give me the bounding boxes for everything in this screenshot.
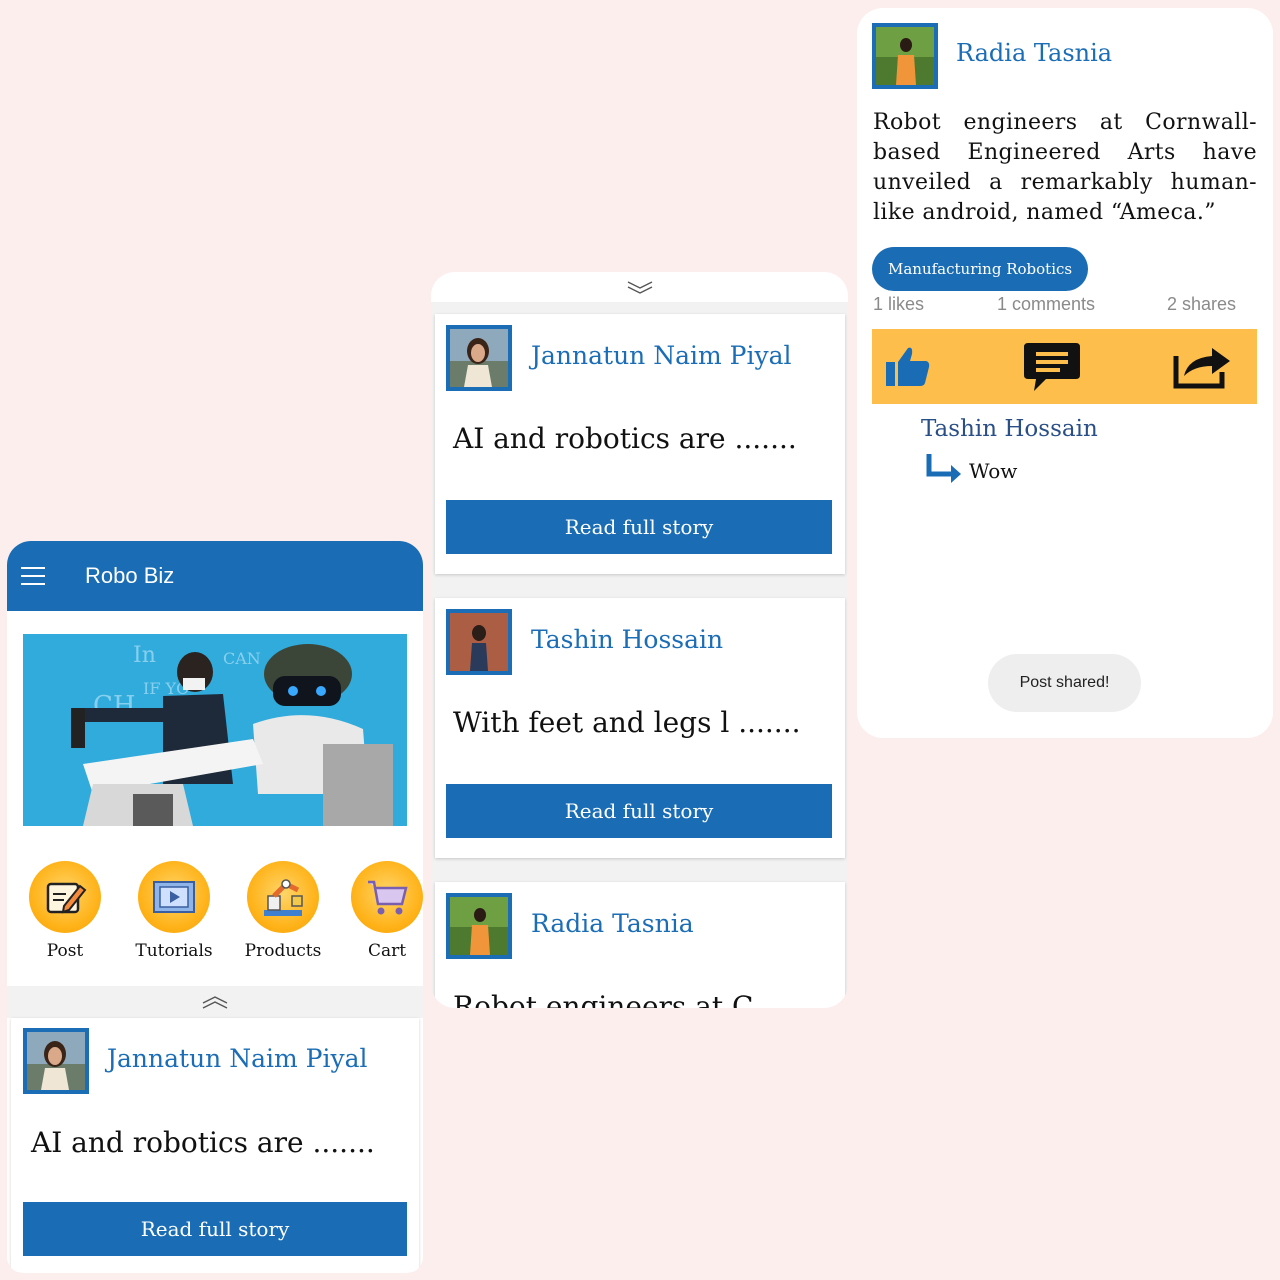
quick-cart-button[interactable]: Cart [337,861,423,961]
author-name[interactable]: Jannatun Naim Piyal [107,1044,368,1073]
author-name[interactable]: Radia Tasnia [956,39,1112,67]
chevron-down-icon [627,281,652,294]
menu-icon[interactable] [21,567,45,585]
read-full-story-button[interactable]: Read full story [446,500,832,554]
comment-button[interactable] [1020,341,1084,391]
likes-count: 1 likes [873,294,925,314]
quick-tutorials-label: Tutorials [135,941,213,961]
author-avatar[interactable] [446,893,512,959]
author-name[interactable]: Radia Tasnia [531,909,694,938]
author-name[interactable]: Jannatun Naim Piyal [531,341,792,370]
comment-text: Wow [969,459,1018,483]
post-excerpt: With feet and legs l ....... [453,706,801,739]
svg-text:CAN: CAN [223,649,261,668]
read-full-story-button[interactable]: Read full story [446,784,832,838]
post-detail-screen: Radia Tasnia Robot engineers at Cornwall… [857,8,1273,738]
app-bar: Robo Biz [7,541,423,611]
share-icon [1173,348,1230,389]
post-card: Jannatun Naim Piyal AI and robotics are … [11,1018,419,1273]
comment-icon [1024,343,1080,391]
post-body: Robot engineers at Cornwall-based Engine… [873,110,1257,225]
comments-count: 1 comments [997,294,1096,314]
post-card: Tashin Hossain With feet and legs l ....… [435,598,845,858]
post-excerpt: Robot engineers at C [453,990,754,1008]
quick-post-label: Post [46,941,84,961]
shares-count: 2 shares [1167,294,1237,314]
like-button[interactable] [878,341,938,391]
video-tutorial-icon [138,861,210,933]
collapse-handle[interactable] [7,986,423,1018]
expand-handle[interactable] [431,272,848,302]
post-card: Radia Tasnia Robot engineers at C [435,882,845,1008]
quick-actions: Post Tutorials Products Cart [7,861,423,971]
toast-message: Post shared! [988,654,1141,712]
home-screen: Robo Biz In CAN CH IF YO Post Tutorials … [7,541,423,1273]
reply-arrow-icon [926,454,961,483]
share-button[interactable] [1172,341,1232,391]
svg-text:In: In [133,643,156,668]
author-avatar[interactable] [446,325,512,391]
quick-post-button[interactable]: Post [15,861,115,961]
author-avatar[interactable] [23,1028,89,1094]
author-name[interactable]: Tashin Hossain [531,625,723,654]
feed-screen: Jannatun Naim Piyal AI and robotics are … [431,272,848,1008]
robot-arm-icon [247,861,319,933]
quick-tutorials-button[interactable]: Tutorials [124,861,224,961]
post-excerpt: AI and robotics are ....... [453,422,797,455]
quick-products-label: Products [244,941,322,961]
app-title: Robo Biz [85,563,175,588]
comment-author[interactable]: Tashin Hossain [921,416,1098,442]
quick-cart-label: Cart [367,941,407,961]
action-bar [872,329,1257,404]
author-avatar[interactable] [872,23,938,89]
post-excerpt: AI and robotics are ....... [31,1126,375,1159]
category-tag[interactable]: Manufacturing Robotics [872,247,1089,291]
read-full-story-button[interactable]: Read full story [23,1202,407,1256]
author-avatar[interactable] [446,609,512,675]
edit-post-icon [29,861,101,933]
shopping-cart-icon [351,861,423,933]
post-card: Jannatun Naim Piyal AI and robotics are … [435,314,845,574]
hero-banner-image: In CAN CH IF YO [23,634,407,826]
thumbs-up-icon [886,347,930,386]
quick-products-button[interactable]: Products [233,861,333,961]
chevron-up-icon [202,996,228,1009]
